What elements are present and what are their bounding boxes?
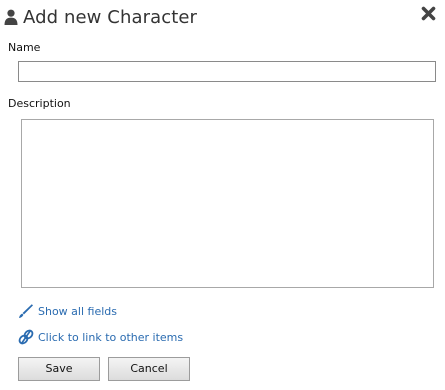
- add-character-dialog: Add new Character Name Description Show …: [0, 0, 445, 390]
- show-all-fields-link[interactable]: Show all fields: [18, 303, 117, 319]
- dialog-title: Add new Character: [23, 6, 198, 28]
- link-other-items-link[interactable]: Click to link to other items: [18, 329, 183, 345]
- cancel-button[interactable]: Cancel: [108, 357, 190, 381]
- name-field[interactable]: [18, 61, 436, 82]
- show-all-fields-label: Show all fields: [38, 304, 117, 318]
- link-other-items-label: Click to link to other items: [38, 330, 184, 344]
- link-icon: [18, 329, 34, 345]
- description-label: Description: [8, 97, 71, 110]
- save-button[interactable]: Save: [18, 357, 100, 381]
- user-icon: [4, 9, 18, 25]
- pencil-icon: [19, 304, 33, 318]
- dialog-header: Add new Character: [4, 4, 197, 30]
- close-icon[interactable]: [421, 6, 436, 21]
- name-label: Name: [8, 41, 41, 54]
- description-field[interactable]: [21, 119, 434, 288]
